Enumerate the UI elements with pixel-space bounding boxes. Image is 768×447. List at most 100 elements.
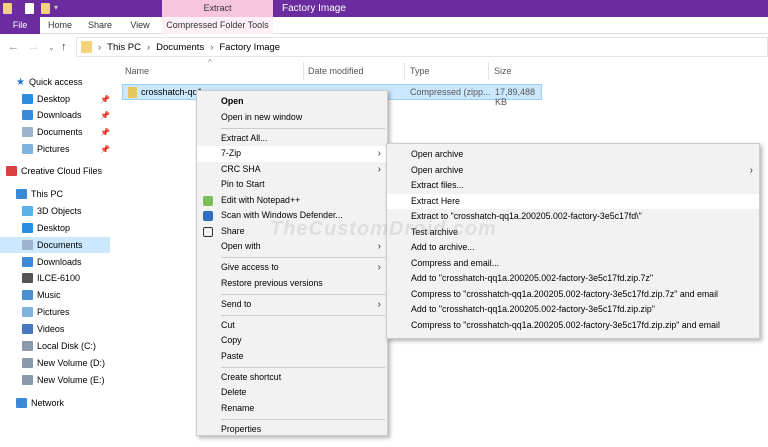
downloads-icon [22, 257, 33, 267]
submenu-extract-files[interactable]: Extract files... [387, 178, 759, 194]
sidebar-label: Pictures [37, 144, 70, 154]
music-icon [22, 290, 33, 300]
sidebar-item-network[interactable]: Network [0, 395, 110, 411]
column-name[interactable]: Name [125, 66, 149, 76]
menu-create-shortcut[interactable]: Create shortcut [197, 370, 387, 386]
menu-open-with[interactable]: Open with › [197, 239, 387, 255]
recent-dropdown-icon[interactable]: ⌄ [48, 43, 55, 52]
breadcrumb-factory-image[interactable]: Factory Image [219, 42, 280, 53]
back-icon[interactable]: ← [8, 41, 19, 53]
file-name: crosshatch-qq1 [141, 87, 203, 97]
menu-separator [221, 314, 385, 316]
breadcrumb-documents[interactable]: Documents [156, 42, 204, 53]
chevron-right-icon: › [210, 41, 214, 53]
zip-folder-icon [128, 87, 137, 98]
column-divider[interactable] [303, 62, 304, 80]
qat-dropdown-icon[interactable]: ▾ [54, 3, 58, 12]
menu-give-access[interactable]: Give access to › [197, 260, 387, 276]
tab-compressed-folder-tools[interactable]: Compressed Folder Tools [162, 17, 273, 34]
sidebar-item-volume-e[interactable]: New Volume (E:) [0, 372, 110, 388]
sidebar-item-creative-cloud[interactable]: Creative Cloud Files [0, 163, 110, 179]
new-folder-icon[interactable] [41, 3, 50, 14]
tab-view[interactable]: View [120, 17, 160, 34]
submenu-compress-7z-email[interactable]: Compress to "crosshatch-qq1a.200205.002-… [387, 287, 759, 303]
menu-separator [221, 257, 385, 258]
menu-paste[interactable]: Paste [197, 349, 387, 365]
submenu-compress-email[interactable]: Compress and email... [387, 256, 759, 272]
pin-icon[interactable]: 📌 [100, 128, 110, 137]
up-icon[interactable]: ↑ [61, 41, 67, 53]
sidebar-item-desktop-pc[interactable]: Desktop [0, 220, 110, 236]
menu-delete[interactable]: Delete [197, 385, 387, 401]
submenu-add-to-7z[interactable]: Add to "crosshatch-qq1a.200205.002-facto… [387, 271, 759, 287]
menu-pin-to-start[interactable]: Pin to Start [197, 177, 387, 193]
tab-share[interactable]: Share [80, 17, 120, 34]
column-date-modified[interactable]: Date modified [308, 66, 364, 76]
sidebar-label: New Volume (D:) [37, 358, 106, 368]
pin-icon[interactable]: 📌 [100, 111, 110, 120]
submenu-compress-zip-email[interactable]: Compress to "crosshatch-qq1a.200205.002-… [387, 318, 759, 334]
sidebar-label: Desktop [37, 223, 71, 233]
submenu-extract-here[interactable]: Extract Here [387, 193, 759, 209]
sidebar-item-documents[interactable]: Documents 📌 [0, 124, 110, 140]
menu-restore-versions[interactable]: Restore previous versions [197, 276, 387, 292]
network-icon [16, 398, 27, 408]
menu-send-to[interactable]: Send to › [197, 297, 387, 313]
menu-rename[interactable]: Rename [197, 401, 387, 417]
breadcrumb-this-pc[interactable]: This PC [107, 42, 141, 53]
menu-label: Open with [221, 241, 261, 251]
sidebar-item-music[interactable]: Music [0, 287, 110, 303]
desktop-icon [22, 223, 33, 233]
menu-open-new-window[interactable]: Open in new window [197, 110, 387, 126]
submenu-open-archive-more[interactable]: Open archive › [387, 163, 759, 179]
drive-icon [22, 375, 33, 385]
menu-7zip[interactable]: 7-Zip › [197, 146, 387, 162]
chevron-right-icon: › [146, 41, 151, 53]
sidebar-item-pictures[interactable]: Pictures 📌 [0, 141, 110, 157]
menu-label: Give access to [221, 262, 279, 272]
menu-edit-notepad[interactable]: Edit with Notepad++ [197, 193, 387, 209]
forward-icon[interactable]: → [28, 41, 39, 53]
menu-separator [221, 418, 385, 420]
sidebar-label: Desktop [37, 94, 71, 104]
sidebar-item-quick-access[interactable]: ★ Quick access [0, 74, 110, 90]
menu-properties[interactable]: Properties [197, 422, 387, 438]
sidebar-item-documents-pc[interactable]: Documents [0, 237, 110, 253]
menu-extract-all[interactable]: Extract All... [197, 131, 387, 147]
sidebar-item-downloads[interactable]: Downloads 📌 [0, 107, 110, 123]
pin-icon[interactable]: 📌 [100, 95, 110, 104]
sidebar-item-downloads-pc[interactable]: Downloads [0, 254, 110, 270]
sidebar-item-this-pc[interactable]: This PC [0, 186, 110, 202]
chevron-right-icon: › [98, 41, 102, 53]
chevron-right-icon: › [377, 262, 381, 273]
folder-icon [3, 3, 12, 14]
submenu-add-to-zip[interactable]: Add to "crosshatch-qq1a.200205.002-facto… [387, 302, 759, 318]
column-type[interactable]: Type [410, 66, 430, 76]
column-divider[interactable] [404, 62, 405, 80]
column-size[interactable]: Size [494, 66, 512, 76]
sidebar-item-pictures-pc[interactable]: Pictures [0, 304, 110, 320]
menu-open[interactable]: Open [197, 94, 387, 110]
tab-home[interactable]: Home [40, 17, 80, 34]
menu-cut[interactable]: Cut [197, 318, 387, 334]
sidebar-item-3d-objects[interactable]: 3D Objects [0, 203, 110, 219]
properties-icon[interactable] [25, 3, 34, 14]
chevron-right-icon: › [377, 241, 381, 252]
column-divider[interactable] [488, 62, 489, 80]
window-title: Factory Image [282, 3, 346, 14]
submenu-add-to-archive[interactable]: Add to archive... [387, 240, 759, 256]
sidebar-label: Pictures [37, 307, 70, 317]
sidebar-item-ilce-6100[interactable]: ILCE-6100 [0, 270, 110, 286]
address-input[interactable]: › This PC › Documents › Factory Image [76, 37, 768, 57]
sidebar-label: Creative Cloud Files [21, 166, 103, 176]
sidebar-item-local-disk-c[interactable]: Local Disk (C:) [0, 338, 110, 354]
sidebar-label: Documents [37, 127, 83, 137]
menu-copy[interactable]: Copy [197, 333, 387, 349]
sidebar-item-volume-d[interactable]: New Volume (D:) [0, 355, 110, 371]
sidebar-item-desktop[interactable]: Desktop 📌 [0, 91, 110, 107]
sidebar-item-videos[interactable]: Videos [0, 321, 110, 337]
pin-icon[interactable]: 📌 [100, 145, 110, 154]
tab-file[interactable]: File [0, 17, 40, 34]
submenu-open-archive[interactable]: Open archive [387, 147, 759, 163]
menu-crc-sha[interactable]: CRC SHA › [197, 162, 387, 178]
